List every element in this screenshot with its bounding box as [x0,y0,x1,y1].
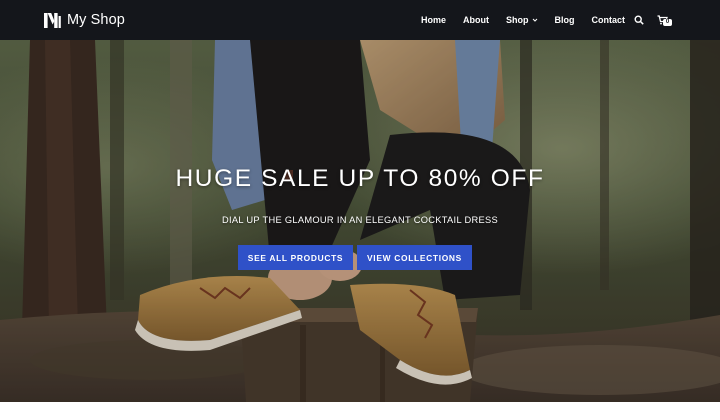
see-all-products-button[interactable]: SEE ALL PRODUCTS [238,245,353,270]
nav-contact[interactable]: Contact [592,15,626,25]
brand[interactable]: My Shop [44,10,125,30]
hero-subtitle: DIAL UP THE GLAMOUR IN AN ELEGANT COCKTA… [222,215,498,225]
nav-shop-label: Shop [506,15,529,25]
page-content-start [0,402,720,420]
cart-count-badge: 0 [663,19,672,26]
view-collections-button[interactable]: VIEW COLLECTIONS [357,245,472,270]
main-nav: Home About Shop Blog Contact 0 [421,0,672,40]
site-header: My Shop Home About Shop Blog Contact 0 [0,0,720,40]
nav-blog[interactable]: Blog [555,15,575,25]
brand-name[interactable]: My Shop [67,12,125,28]
search-button[interactable] [633,14,645,26]
hero-banner: HUGE SALE UP TO 80% OFF DIAL UP THE GLAM… [0,40,720,402]
search-icon [634,15,644,25]
nav-home[interactable]: Home [421,15,446,25]
nav-about[interactable]: About [463,15,489,25]
chevron-down-icon [532,18,537,22]
cart-button[interactable]: 0 [656,14,672,26]
hero-title: HUGE SALE UP TO 80% OFF [175,165,545,192]
nav-shop[interactable]: Shop [506,15,538,25]
shop-logo-icon[interactable] [44,12,61,29]
